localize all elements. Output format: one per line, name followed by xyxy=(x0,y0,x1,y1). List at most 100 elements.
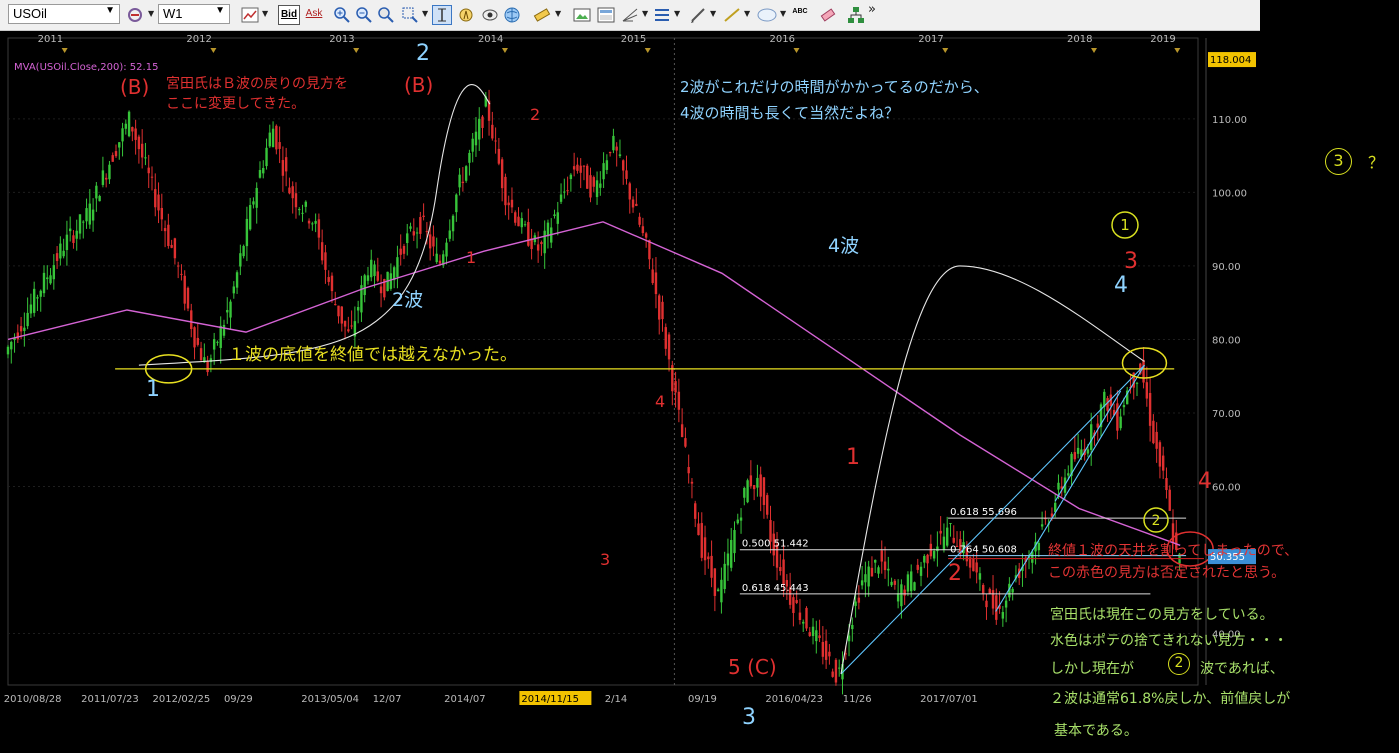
candle-body xyxy=(887,568,890,571)
candle-body xyxy=(468,152,471,163)
pen-icon[interactable] xyxy=(688,5,708,25)
zoom-area-icon[interactable] xyxy=(400,5,420,25)
cursor-mode-icon[interactable] xyxy=(432,5,452,25)
text-tool-button[interactable]: ABC xyxy=(790,5,810,25)
candle-body xyxy=(556,212,559,224)
chevron-down-icon[interactable]: ▼ xyxy=(710,9,716,18)
candle-body xyxy=(412,231,415,236)
wave-1-red-right-label: 1 xyxy=(846,445,860,470)
candle-body xyxy=(1001,612,1005,619)
note-green-3b: 波であれば、 xyxy=(1200,661,1284,677)
template-icon[interactable] xyxy=(596,5,616,25)
ruler-icon[interactable] xyxy=(532,5,552,25)
ask-button[interactable]: Ask xyxy=(303,5,325,25)
candle-body xyxy=(910,571,913,592)
wave4-text-label: 4波 xyxy=(828,235,859,257)
note-wave2-1: 2波がこれだけの時間がかかってるのだから、 xyxy=(680,78,989,96)
circled-1-text: 1 xyxy=(1120,216,1130,234)
cyan-line xyxy=(840,364,1145,675)
chevron-down-icon[interactable]: ▼ xyxy=(780,9,786,18)
year-marker-icon xyxy=(1174,48,1181,53)
candle-body xyxy=(612,135,615,151)
wave-2-top-label: 2 xyxy=(416,41,430,66)
candle-body xyxy=(229,301,232,318)
chevron-down-icon[interactable]: ▼ xyxy=(744,9,750,18)
chevron-down-icon[interactable]: ▼ xyxy=(642,9,648,18)
candle-body xyxy=(324,252,327,270)
crosshair-icon[interactable] xyxy=(456,5,476,25)
chevron-down-icon[interactable]: ▼ xyxy=(148,9,154,18)
candle-body xyxy=(808,632,811,636)
lines-icon[interactable] xyxy=(652,5,672,25)
candle-body xyxy=(235,272,239,288)
chevron-down-icon: ▼ xyxy=(105,5,115,16)
candle-body xyxy=(860,580,864,586)
eye-icon[interactable] xyxy=(480,5,500,25)
note-green-2: 水色はポテの捨てきれない見方・・・ xyxy=(1050,633,1288,649)
candle-body xyxy=(350,325,353,327)
candle-body xyxy=(49,275,52,284)
chevron-down-icon[interactable]: ▼ xyxy=(674,9,680,18)
ellipse-icon[interactable] xyxy=(756,5,778,25)
globe-icon[interactable] xyxy=(502,5,522,25)
candle-body xyxy=(527,222,530,246)
candle-body xyxy=(985,600,988,608)
candle-body xyxy=(268,132,271,147)
date-label: 2017/07/01 xyxy=(920,694,978,705)
candle-body xyxy=(514,212,517,223)
wave-4-cyan-label: 4 xyxy=(1114,273,1128,298)
candle-body xyxy=(625,170,628,179)
candle-body xyxy=(307,220,311,224)
candle-body xyxy=(559,194,563,202)
candle-body xyxy=(245,218,249,247)
candle-body xyxy=(798,612,802,620)
candle-body xyxy=(805,607,808,629)
candle-body xyxy=(690,481,694,484)
year-label: 2013 xyxy=(329,34,354,45)
date-label: 2012/02/25 xyxy=(153,694,211,705)
candle-body xyxy=(150,176,154,178)
candle-body xyxy=(874,559,877,563)
chevron-down-icon[interactable]: ▼ xyxy=(555,9,561,18)
cursor-date-label: 2014/11/15 xyxy=(521,694,579,705)
image-icon[interactable] xyxy=(572,5,592,25)
candle-body xyxy=(252,201,255,205)
eraser-icon[interactable] xyxy=(818,5,838,25)
zoom-fit-icon[interactable] xyxy=(376,5,396,25)
candle-body xyxy=(903,589,906,596)
candle-body xyxy=(134,128,137,140)
toolbar: USOil ▼ ▼ W1 ▼ ▼ Bid Ask ▼ ▼ ▼ ▼ ▼ ▼ ▼ A… xyxy=(0,0,1260,31)
timeframe-select[interactable]: W1 ▼ xyxy=(158,4,230,24)
hierarchy-icon[interactable] xyxy=(846,5,866,25)
candle-body xyxy=(291,186,294,199)
candle-body xyxy=(628,183,631,200)
date-label: 12/07 xyxy=(373,694,402,705)
zoom-in-icon[interactable] xyxy=(332,5,352,25)
candle-body xyxy=(795,600,798,603)
candle-body xyxy=(1011,588,1014,593)
candle-body xyxy=(1004,600,1008,608)
y-tick-label: 70.00 xyxy=(1212,409,1241,420)
candle-body xyxy=(746,480,749,503)
date-label: 2010/08/28 xyxy=(4,694,62,705)
candle-body xyxy=(85,208,88,222)
more-tools-button[interactable]: » xyxy=(868,2,876,17)
candle-body xyxy=(883,561,887,571)
candle-body xyxy=(281,160,285,176)
symbol-select[interactable]: USOil ▼ xyxy=(8,4,120,24)
indicator-icon[interactable] xyxy=(126,5,146,25)
candle-body xyxy=(749,475,753,487)
trendline-icon[interactable] xyxy=(722,5,742,25)
zoom-out-icon[interactable] xyxy=(354,5,374,25)
date-label: 11/26 xyxy=(843,694,872,705)
chevron-down-icon[interactable]: ▼ xyxy=(422,9,428,18)
chevron-down-icon[interactable]: ▼ xyxy=(262,9,268,18)
chart-type-icon[interactable] xyxy=(240,5,260,25)
candle-body xyxy=(864,574,867,583)
candle-body xyxy=(651,269,654,284)
candle-body xyxy=(219,325,222,348)
bid-button[interactable]: Bid xyxy=(278,5,300,25)
fan-tool-icon[interactable] xyxy=(620,5,640,25)
wave-1-label: 1 xyxy=(146,377,160,402)
candle-body xyxy=(504,176,507,206)
